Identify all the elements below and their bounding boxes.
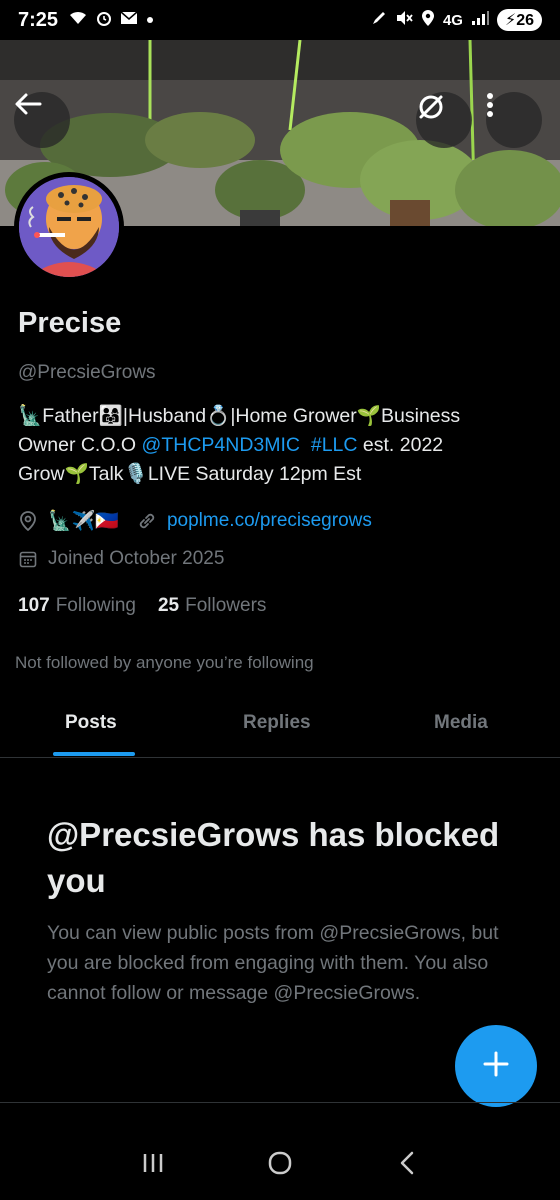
avatar[interactable] (14, 172, 124, 282)
status-time: 7:25 (18, 8, 59, 31)
bio-line-3: Grow🌱Talk🎙️LIVE Saturday 12pm Est (18, 463, 362, 485)
recent-apps-icon (141, 1151, 165, 1180)
tab-replies[interactable]: Replies (243, 712, 311, 734)
profile-location: 🗽✈️🇵🇭 (48, 511, 119, 532)
avatar-illustration (19, 177, 119, 277)
mention-link[interactable]: @THCP4ND3MIC (142, 434, 300, 456)
blocked-description: You can view public posts from @PrecsieG… (47, 922, 499, 1004)
tab-posts[interactable]: Posts (65, 712, 117, 734)
profile-name: Precise (18, 307, 122, 339)
system-back-button[interactable] (387, 1145, 427, 1185)
profile-bio: 🗽Father👨‍👩‍👧|Husband💍|Home Grower🌱Busine… (18, 402, 548, 489)
back-button[interactable] (14, 92, 70, 148)
profile-joined: Joined October 2025 (18, 548, 224, 570)
more-options-button[interactable] (486, 92, 542, 148)
tab-media[interactable]: Media (434, 712, 488, 734)
home-button[interactable] (260, 1145, 300, 1185)
status-bar: 7:25 4G ⚡26 (0, 0, 560, 40)
active-tab-indicator (53, 752, 135, 756)
following-link[interactable]: 107 Following (18, 595, 136, 617)
location-status-icon (421, 9, 435, 31)
mutual-followers-note: Not followed by anyone you’re following (15, 653, 314, 672)
compose-button[interactable] (455, 1025, 537, 1107)
plus-icon (482, 1050, 510, 1083)
location-icon (18, 511, 38, 531)
bio-line-2: Owner C.O.O @THCP4ND3MIC #LLC est. 2022 (18, 434, 444, 456)
link-icon (137, 511, 157, 531)
signal-icon (471, 10, 489, 30)
chevron-left-icon (398, 1150, 416, 1181)
bio-line-1: 🗽Father👨‍👩‍👧|Husband💍|Home Grower🌱Busine… (18, 405, 461, 427)
home-icon (267, 1150, 293, 1181)
notification-dot-icon (146, 11, 154, 29)
joined-date: Joined October 2025 (48, 548, 225, 569)
explore-button[interactable] (416, 92, 472, 148)
profile-meta-location-website: 🗽✈️🇵🇭 poplme.co/precisegrows (18, 509, 372, 533)
profile-tabs: Posts Replies Media (0, 700, 560, 758)
recent-apps-button[interactable] (133, 1145, 173, 1185)
followers-link[interactable]: 25 Followers (158, 595, 266, 617)
wifi-icon (68, 10, 88, 31)
hashtag-link[interactable]: #LLC (311, 434, 358, 456)
calendar-icon (18, 549, 38, 569)
content-divider (0, 1102, 560, 1103)
network-type: 4G (442, 11, 463, 29)
system-nav-bar (0, 1130, 560, 1200)
blocked-title: @PrecsieGrows has blocked you (47, 816, 500, 899)
pen-icon (371, 10, 387, 30)
alarm-icon (96, 10, 112, 31)
follow-counts: 107 Following 25 Followers (18, 595, 266, 617)
website-link[interactable]: poplme.co/precisegrows (167, 510, 372, 532)
mute-icon (395, 10, 413, 30)
profile-handle: @PrecsieGrows (18, 362, 156, 383)
battery-indicator: ⚡26 (496, 9, 542, 31)
mail-icon (120, 10, 138, 30)
